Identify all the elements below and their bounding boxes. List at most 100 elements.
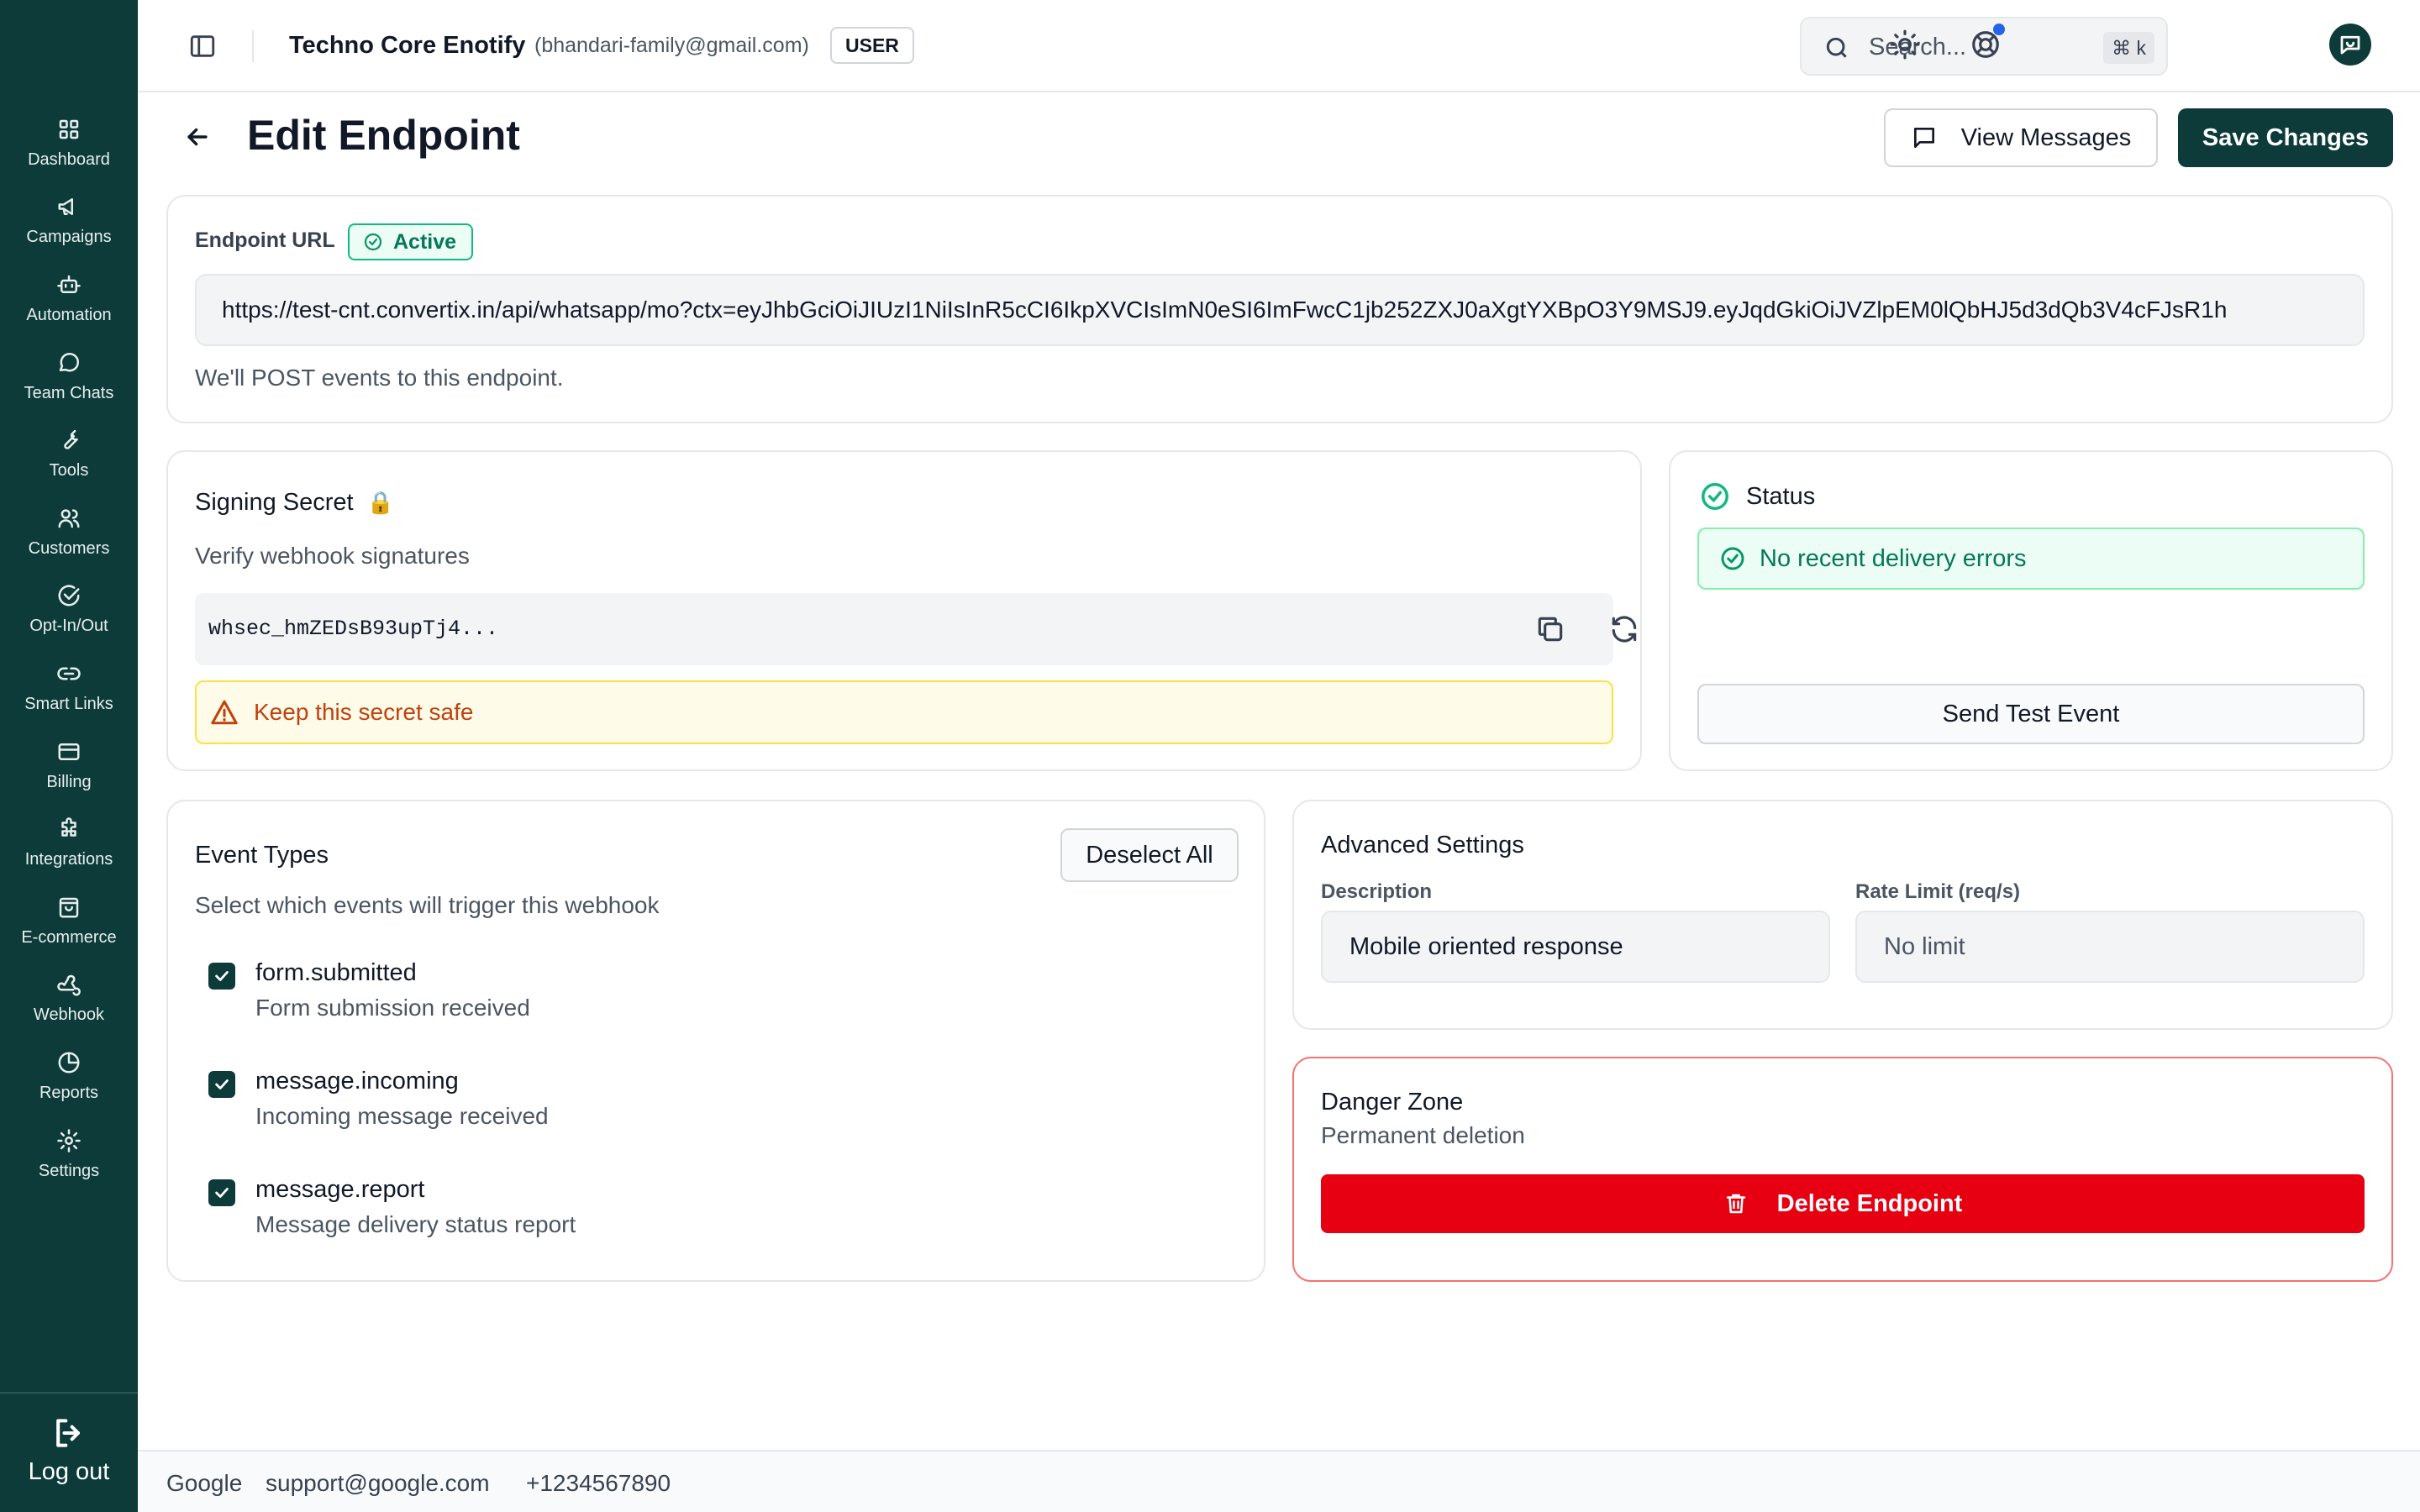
- save-changes-button[interactable]: Save Changes: [2178, 108, 2393, 167]
- pie-chart-icon: [58, 1052, 80, 1074]
- footer-email[interactable]: support@google.com: [266, 1470, 490, 1497]
- check-circle-icon: [1702, 483, 1728, 510]
- sidebar-toggle-button[interactable]: [188, 32, 217, 60]
- event-checkbox[interactable]: [208, 1179, 235, 1206]
- sidebar-item-label: Reports: [39, 1083, 99, 1102]
- organization-email: (bhandari-family@gmail.com): [534, 34, 809, 57]
- check-icon: [215, 1079, 229, 1089]
- description-input[interactable]: [1321, 911, 1830, 983]
- rotate-secret-button[interactable]: [1608, 613, 1640, 645]
- check-circle-icon: [1721, 547, 1744, 570]
- credit-card-icon: [58, 743, 80, 760]
- theme-toggle-button[interactable]: [1889, 29, 1921, 60]
- sidebar-item-label: Tools: [49, 461, 89, 480]
- logout-label: Log out: [28, 1458, 110, 1485]
- header-divider: [252, 30, 254, 62]
- event-description: Form submission received: [255, 995, 530, 1021]
- chat-button[interactable]: [2329, 24, 2371, 66]
- deselect-all-button[interactable]: Deselect All: [1060, 828, 1239, 882]
- back-button[interactable]: [183, 123, 212, 151]
- event-description: Incoming message received: [255, 1103, 549, 1129]
- bot-icon: [57, 275, 81, 293]
- view-messages-button[interactable]: View Messages: [1884, 108, 2158, 167]
- users-icon: [58, 509, 80, 528]
- sidebar-item-reports[interactable]: Reports: [0, 1037, 138, 1116]
- secret-field: whsec_hmZEDsB93upTj4...: [195, 593, 1637, 665]
- sidebar-item-label: Automation: [26, 305, 112, 324]
- check-circle-icon: [364, 233, 382, 251]
- event-item: message.report Message delivery status r…: [208, 1176, 713, 1252]
- event-name: message.incoming: [255, 1068, 459, 1095]
- sidebar-item-team-chats[interactable]: Team Chats: [0, 338, 138, 416]
- sidebar-item-dashboard[interactable]: Dashboard: [0, 104, 138, 182]
- delete-endpoint-button[interactable]: Delete Endpoint: [1321, 1174, 2365, 1233]
- webhook-icon: [57, 975, 81, 996]
- rate-limit-input[interactable]: [1855, 911, 2365, 983]
- help-button[interactable]: [1970, 24, 2005, 60]
- search-icon: [1823, 34, 1850, 61]
- danger-zone-title: Danger Zone: [1321, 1089, 1464, 1116]
- sidebar-item-integrations[interactable]: Integrations: [0, 804, 138, 882]
- puzzle-icon: [61, 817, 76, 837]
- message-square-icon: [1913, 128, 1934, 148]
- sidebar-item-label: Webhook: [33, 1005, 105, 1025]
- sidebar-item-webhook[interactable]: Webhook: [0, 960, 138, 1038]
- sidebar-divider: [0, 1392, 138, 1394]
- sidebar-item-label: Dashboard: [28, 150, 110, 169]
- top-header: Techno Core Enotify (bhandari-family@gma…: [138, 0, 2420, 92]
- link-icon: [57, 667, 81, 680]
- footer-phone[interactable]: +1234567890: [526, 1470, 671, 1497]
- copy-icon: [1538, 617, 1563, 642]
- advanced-settings-title: Advanced Settings: [1321, 832, 1524, 858]
- gear-icon: [57, 1128, 81, 1152]
- sidebar-item-label: E-commerce: [21, 927, 117, 947]
- sidebar-item-e-commerce[interactable]: E-commerce: [0, 882, 138, 960]
- event-checkbox[interactable]: [208, 1071, 235, 1098]
- sidebar-item-campaigns[interactable]: Campaigns: [0, 182, 138, 260]
- sidebar-item-tools[interactable]: Tools: [0, 415, 138, 493]
- copy-secret-button[interactable]: [1534, 613, 1566, 645]
- refresh-icon: [1612, 616, 1637, 643]
- signing-secret-title: Signing Secret 🔒: [195, 489, 394, 517]
- event-checkbox[interactable]: [208, 963, 235, 990]
- sidebar-item-label: Customers: [28, 538, 110, 558]
- sidebar-item-label: Team Chats: [24, 383, 114, 402]
- check-icon: [215, 971, 229, 981]
- search-shortcut: ⌘ k: [2103, 32, 2154, 64]
- secret-warning-text: Keep this secret safe: [254, 699, 474, 725]
- check-circle-icon: [58, 585, 80, 606]
- signing-secret-title-text: Signing Secret: [195, 489, 354, 516]
- status-title: Status: [1746, 482, 1816, 510]
- sidebar-item-smart-links[interactable]: Smart Links: [0, 648, 138, 727]
- view-messages-label: View Messages: [1960, 123, 2132, 151]
- grid-icon: [59, 119, 79, 139]
- sidebar-item-automation[interactable]: Automation: [0, 260, 138, 338]
- sidebar-item-customers[interactable]: Customers: [0, 493, 138, 571]
- role-badge: USER: [830, 27, 914, 64]
- sidebar-item-settings[interactable]: Settings: [0, 1116, 138, 1194]
- sun-icon: [1890, 29, 1920, 60]
- sidebar-item-billing[interactable]: Billing: [0, 727, 138, 805]
- trash-icon: [1726, 1194, 1745, 1214]
- signing-secret-subtitle: Verify webhook signatures: [195, 543, 470, 569]
- rate-limit-label: Rate Limit (req/s): [1855, 880, 2021, 903]
- event-types-title: Event Types: [195, 842, 329, 869]
- sidebar-item-label: Campaigns: [26, 228, 112, 247]
- logout-button[interactable]: Log out: [0, 1415, 138, 1486]
- endpoint-url-field[interactable]: https://test-cnt.convertix.in/api/whatsa…: [195, 274, 2365, 346]
- arrow-left-icon: [187, 128, 208, 146]
- check-icon: [215, 1188, 229, 1198]
- footer: Google support@google.com +1234567890: [138, 1450, 2420, 1512]
- sidebar-item-label: Billing: [46, 772, 92, 791]
- status-heading: Status: [1699, 480, 1815, 512]
- shopping-bag-icon: [59, 897, 79, 918]
- sidebar-item-label: Settings: [38, 1161, 100, 1180]
- sidebar-item-label: Smart Links: [24, 694, 113, 713]
- sidebar: Dashboard Campaigns Automation Team Chat…: [0, 0, 138, 1512]
- page-title: Edit Endpoint: [247, 112, 520, 159]
- send-test-event-button[interactable]: Send Test Event: [1697, 684, 2365, 744]
- notification-dot: [1993, 24, 2005, 35]
- event-name: message.report: [255, 1176, 425, 1203]
- sidebar-item-opt-in-out[interactable]: Opt-In/Out: [0, 571, 138, 649]
- logout-icon: [56, 1419, 81, 1447]
